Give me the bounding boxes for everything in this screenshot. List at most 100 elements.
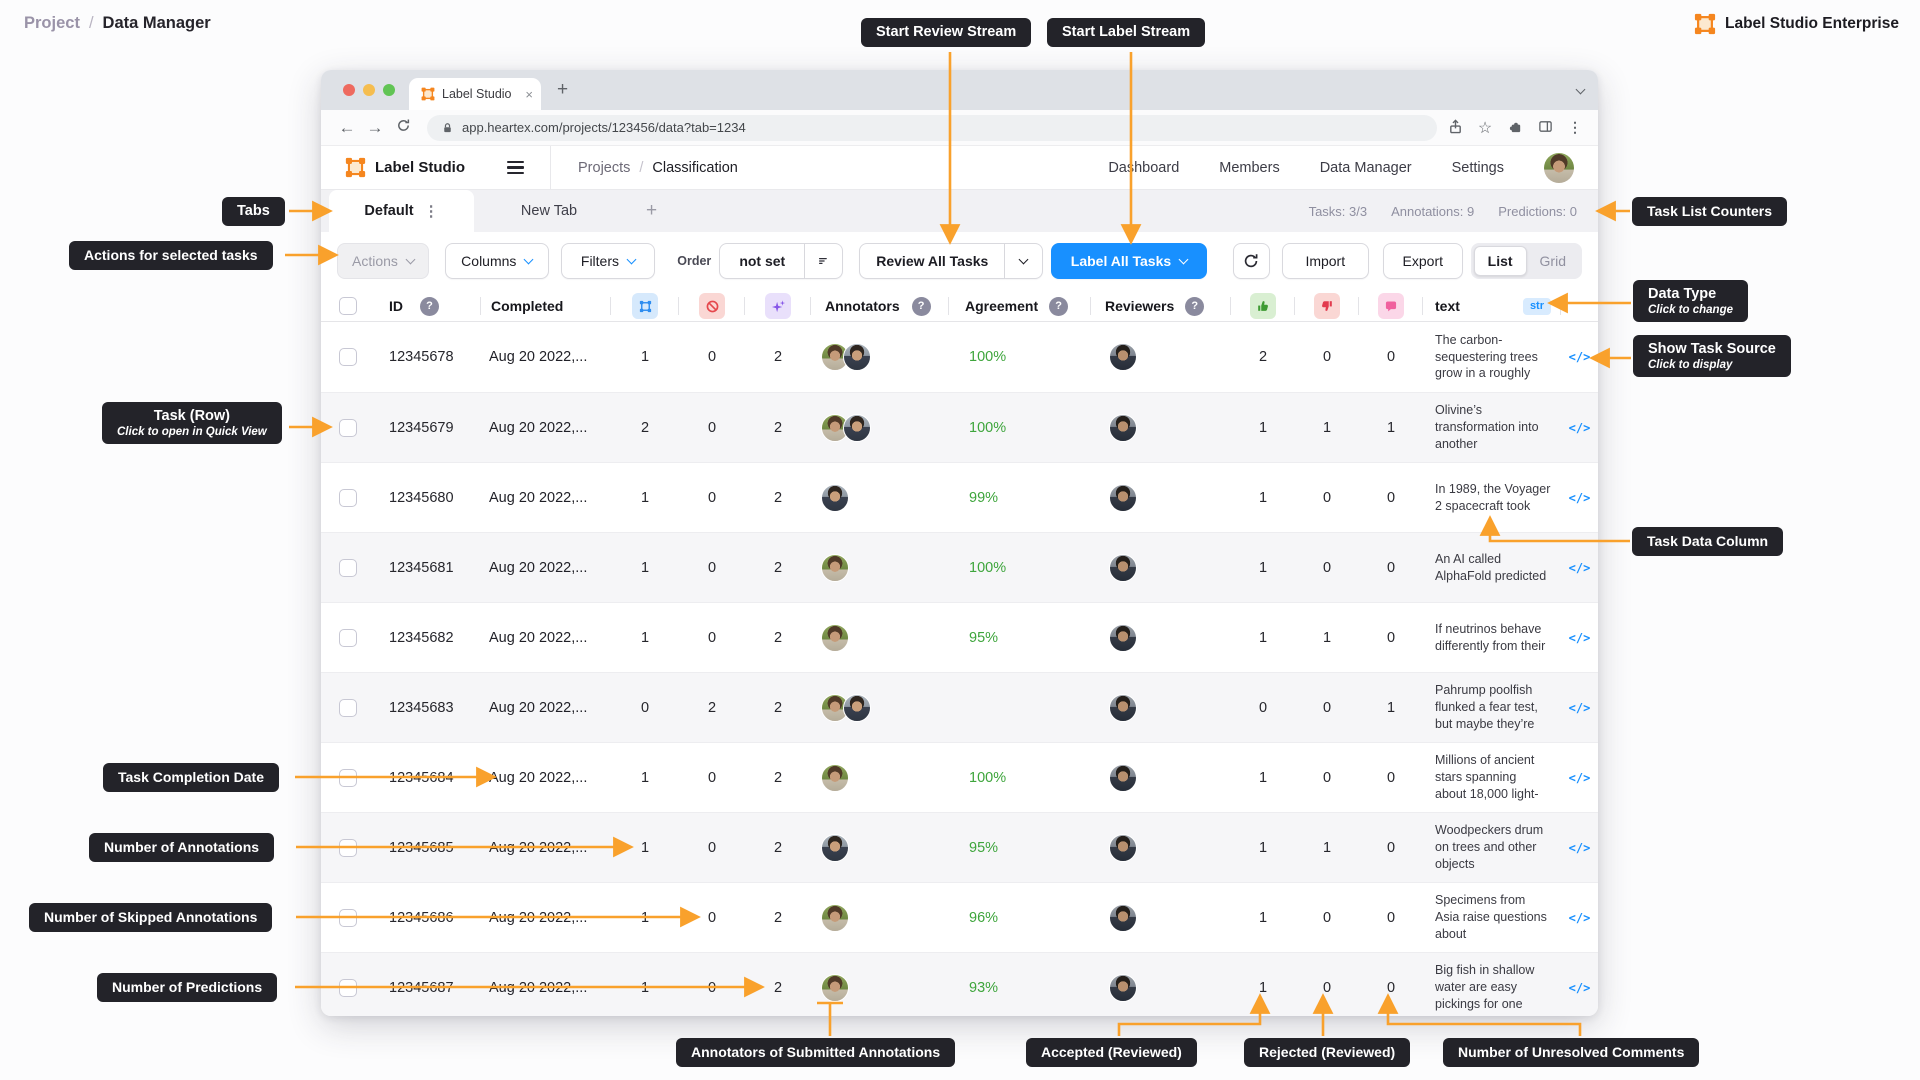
row-checkbox[interactable]	[339, 489, 357, 507]
columns-button[interactable]: Columns	[445, 243, 549, 279]
breadcrumb-projects[interactable]: Projects	[578, 160, 630, 176]
bookmark-star-icon[interactable]: ☆	[1476, 118, 1494, 138]
col-header-annotators[interactable]: Annotators	[825, 298, 900, 314]
col-header-agreement[interactable]: Agreement	[965, 298, 1038, 314]
skipped-annotations-icon[interactable]	[699, 293, 725, 319]
show-task-source-icon[interactable]: </>	[1569, 631, 1591, 645]
grid-view-button[interactable]: Grid	[1527, 246, 1579, 276]
col-header-id[interactable]: ID	[389, 298, 403, 314]
window-zoom-button[interactable]	[383, 84, 395, 96]
actions-button[interactable]: Actions	[337, 243, 429, 279]
help-icon[interactable]: ?	[1049, 297, 1068, 316]
tab-menu-kebab-icon[interactable]: ⋮	[424, 202, 439, 220]
task-row[interactable]: 12345684 Aug 20 2022,... 1 0 2 100% 1 0 …	[321, 742, 1598, 812]
help-icon[interactable]: ?	[1185, 297, 1204, 316]
chevron-down-icon[interactable]	[1577, 80, 1584, 98]
tab-close-icon[interactable]: ×	[525, 87, 533, 102]
window-close-button[interactable]	[343, 84, 355, 96]
breadcrumb-project[interactable]: Project	[24, 14, 80, 33]
avatar-reviewer-man[interactable]	[1109, 554, 1137, 582]
browser-tab[interactable]: Label Studio ×	[409, 78, 541, 110]
window-minimize-button[interactable]	[363, 84, 375, 96]
nav-link-data-manager[interactable]: Data Manager	[1320, 160, 1412, 176]
list-view-button[interactable]: List	[1474, 246, 1527, 276]
comments-icon[interactable]	[1378, 293, 1404, 319]
avatar-man[interactable]	[843, 414, 871, 442]
row-checkbox[interactable]	[339, 979, 357, 997]
import-button[interactable]: Import	[1282, 243, 1369, 279]
task-row[interactable]: 12345683 Aug 20 2022,... 0 2 2 0 0 1 Pah…	[321, 672, 1598, 742]
avatar-reviewer-man[interactable]	[1109, 694, 1137, 722]
app-logo-text[interactable]: Label Studio	[375, 159, 465, 176]
avatar-reviewer-man[interactable]	[1109, 624, 1137, 652]
rejected-thumbs-down-icon[interactable]	[1314, 293, 1340, 319]
extensions-icon[interactable]	[1506, 119, 1524, 137]
avatar-man[interactable]	[821, 834, 849, 862]
avatar-reviewer-man[interactable]	[1109, 343, 1137, 371]
row-checkbox[interactable]	[339, 559, 357, 577]
share-icon[interactable]	[1446, 119, 1464, 137]
avatar-reviewer-man[interactable]	[1109, 764, 1137, 792]
avatar-reviewer-man[interactable]	[1109, 484, 1137, 512]
row-checkbox[interactable]	[339, 699, 357, 717]
row-checkbox[interactable]	[339, 909, 357, 927]
avatar-woman[interactable]	[821, 554, 849, 582]
avatar-man[interactable]	[843, 694, 871, 722]
nav-link-settings[interactable]: Settings	[1452, 160, 1504, 176]
avatar-woman[interactable]	[821, 904, 849, 932]
show-task-source-icon[interactable]: </>	[1569, 350, 1591, 364]
order-direction-button[interactable]	[805, 243, 843, 279]
show-task-source-icon[interactable]: </>	[1569, 981, 1591, 995]
col-header-text[interactable]: text	[1435, 298, 1460, 314]
tab-default[interactable]: Default ⋮	[329, 190, 474, 232]
task-row[interactable]: 12345679 Aug 20 2022,... 2 0 2 100% 1 1 …	[321, 392, 1598, 462]
predictions-sparkles-icon[interactable]	[765, 293, 791, 319]
show-task-source-icon[interactable]: </>	[1569, 841, 1591, 855]
tab-new-tab[interactable]: New Tab	[474, 190, 624, 232]
task-row[interactable]: 12345686 Aug 20 2022,... 1 0 2 96% 1 0 0…	[321, 882, 1598, 952]
avatar-woman[interactable]	[821, 974, 849, 1002]
show-task-source-icon[interactable]: </>	[1569, 701, 1591, 715]
avatar-woman[interactable]	[821, 624, 849, 652]
row-checkbox[interactable]	[339, 839, 357, 857]
order-value-button[interactable]: not set	[719, 243, 805, 279]
refresh-button[interactable]	[1233, 243, 1270, 279]
avatar-reviewer-man[interactable]	[1109, 414, 1137, 442]
export-button[interactable]: Export	[1383, 243, 1463, 279]
back-icon[interactable]: ←	[335, 118, 359, 138]
task-row[interactable]: 12345678 Aug 20 2022,... 1 0 2 100% 2 0 …	[321, 322, 1598, 392]
browser-menu-kebab-icon[interactable]: ⋮	[1566, 119, 1584, 136]
show-task-source-icon[interactable]: </>	[1569, 421, 1591, 435]
avatar-man[interactable]	[821, 484, 849, 512]
show-task-source-icon[interactable]: </>	[1569, 911, 1591, 925]
forward-icon[interactable]: →	[363, 118, 387, 138]
avatar-man[interactable]	[843, 343, 871, 371]
user-avatar[interactable]	[1544, 153, 1574, 183]
annotated-results-icon[interactable]	[632, 293, 658, 319]
help-icon[interactable]: ?	[420, 297, 439, 316]
filters-button[interactable]: Filters	[561, 243, 656, 279]
hamburger-menu-icon[interactable]	[507, 161, 524, 175]
show-task-source-icon[interactable]: </>	[1569, 491, 1591, 505]
app-logo-icon[interactable]	[345, 157, 366, 178]
avatar-woman[interactable]	[821, 764, 849, 792]
avatar-reviewer-man[interactable]	[1109, 904, 1137, 932]
reload-icon[interactable]	[391, 118, 415, 138]
col-header-reviewers[interactable]: Reviewers	[1105, 298, 1174, 314]
nav-link-members[interactable]: Members	[1219, 160, 1279, 176]
label-all-tasks-button[interactable]: Label All Tasks	[1051, 243, 1206, 279]
avatar-reviewer-man[interactable]	[1109, 834, 1137, 862]
avatar-reviewer-man[interactable]	[1109, 974, 1137, 1002]
data-type-badge[interactable]: str	[1523, 298, 1551, 315]
address-bar[interactable]: app.heartex.com/projects/123456/data?tab…	[427, 115, 1437, 141]
help-icon[interactable]: ?	[912, 297, 931, 316]
row-checkbox[interactable]	[339, 769, 357, 787]
side-panel-icon[interactable]	[1536, 119, 1554, 137]
row-checkbox[interactable]	[339, 419, 357, 437]
task-row[interactable]: 12345680 Aug 20 2022,... 1 0 2 99% 1 0 0…	[321, 462, 1598, 532]
new-tab-icon[interactable]: +	[557, 78, 568, 102]
nav-link-dashboard[interactable]: Dashboard	[1108, 160, 1179, 176]
col-header-completed[interactable]: Completed	[491, 298, 563, 314]
task-row[interactable]: 12345682 Aug 20 2022,... 1 0 2 95% 1 1 0…	[321, 602, 1598, 672]
accepted-thumbs-up-icon[interactable]	[1250, 293, 1276, 319]
